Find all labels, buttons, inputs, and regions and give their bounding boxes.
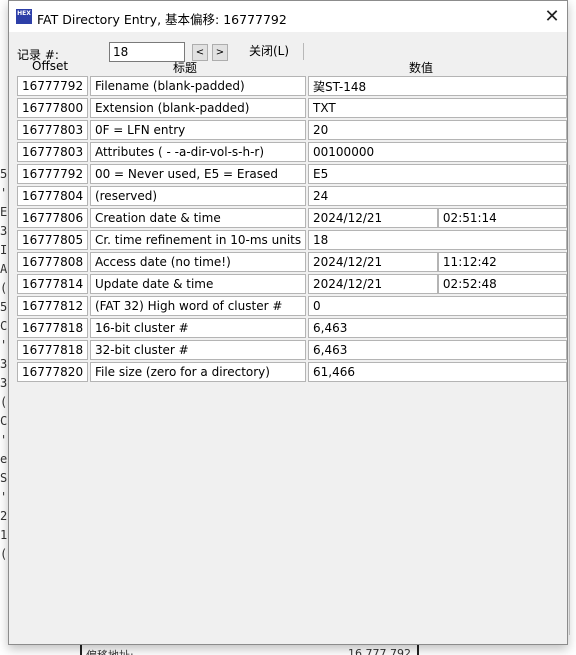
- offset-cell: 16777814: [17, 274, 89, 294]
- background-right-edge: [569, 165, 576, 635]
- label-cell: (reserved): [89, 186, 307, 206]
- offset-cell: 16777792: [17, 164, 89, 184]
- table-row: 16777800 Extension (blank-padded) TXT: [17, 98, 567, 118]
- table-row: 16777792 00 = Never used, E5 = Erased E5: [17, 164, 567, 184]
- hex-app-icon: HEX: [16, 9, 32, 24]
- background-char: (: [0, 547, 8, 561]
- value-field[interactable]: 20: [308, 120, 567, 140]
- offset-cell: 16777818: [17, 318, 89, 338]
- value-field[interactable]: 00100000: [308, 142, 567, 162]
- table-row: 16777812 (FAT 32) High word of cluster #0: [17, 296, 567, 316]
- table-row: 16777806 Creation date & time 2024/12/21 02…: [17, 208, 567, 228]
- background-char: (: [0, 281, 8, 295]
- background-char: e: [0, 452, 8, 466]
- value-field[interactable]: 18: [308, 230, 567, 250]
- table-row: 16777808 Access date (no time!) 2024/12/21…: [17, 252, 567, 272]
- background-char: (: [0, 395, 8, 409]
- background-char: I: [0, 243, 8, 257]
- offset-cell: 16777803: [17, 120, 89, 140]
- background-char: 5: [0, 300, 8, 314]
- offset-cell: 16777805: [17, 230, 89, 250]
- label-cell: Extension (blank-padded): [89, 98, 307, 118]
- label-cell: 00 = Never used, E5 = Erased: [89, 164, 307, 184]
- value-field[interactable]: 61,466: [308, 362, 567, 382]
- date-value-field[interactable]: 2024/12/21: [308, 208, 438, 228]
- background-char: 'I: [0, 433, 8, 447]
- background-offset-label: 偏移地址:: [86, 647, 134, 655]
- value-column-header: 数值: [409, 61, 434, 75]
- label-cell: Attributes ( - -a-dir-vol-s-h-r): [89, 142, 307, 162]
- background-char: 3: [0, 224, 8, 238]
- label-cell: 16-bit cluster #: [89, 318, 307, 338]
- background-char: 5: [0, 167, 8, 181]
- offset-cell: 16777806: [17, 208, 89, 228]
- table-row: 16777818 16-bit cluster #6,463: [17, 318, 567, 338]
- offset-cell: 16777818: [17, 340, 89, 360]
- label-cell: (FAT 32) High word of cluster #: [89, 296, 307, 316]
- offset-cell: 16777800: [17, 98, 89, 118]
- close-window-button[interactable]: ✕: [537, 1, 567, 32]
- background-char: A: [0, 262, 8, 276]
- value-field[interactable]: 6,463: [308, 340, 567, 360]
- table-row: 16777803 0F = LFN entry 20: [17, 120, 567, 140]
- background-char: E: [0, 205, 8, 219]
- label-cell: Update date & time: [89, 274, 307, 294]
- background-char: ': [0, 490, 8, 504]
- table-row: 16777820 File size (zero for a directory)…: [17, 362, 567, 382]
- offset-cell: 16777820: [17, 362, 89, 382]
- title-bar[interactable]: HEX FAT Directory Entry, 基本偏移: 16777792 …: [9, 1, 567, 32]
- background-status-bar: 偏移地址: 16,777,792: [0, 645, 576, 655]
- value-field[interactable]: E5: [308, 164, 567, 184]
- title-column-header: 标题: [173, 61, 198, 75]
- background-offset-value: 16,777,792: [348, 647, 411, 655]
- offset-cell: 16777808: [17, 252, 89, 272]
- background-char: C: [0, 414, 8, 428]
- label-cell: Creation date & time: [89, 208, 307, 228]
- background-char: 2: [0, 509, 8, 523]
- value-field[interactable]: 0: [308, 296, 567, 316]
- table-row: 16777803 Attributes ( - -a-dir-vol-s-h-r)…: [17, 142, 567, 162]
- table-row: 16777805 Cr. time refinement in 10-ms uni…: [17, 230, 567, 250]
- value-field[interactable]: 巭ST-148: [308, 76, 567, 96]
- label-cell: 0F = LFN entry: [89, 120, 307, 140]
- table-row: 16777814 Update date & time 2024/12/21 02:5…: [17, 274, 567, 294]
- background-char: C: [0, 319, 8, 333]
- label-cell: 32-bit cluster #: [89, 340, 307, 360]
- directory-entry-table: 16777792 Filename (blank-padded) 巭ST-148 16…: [17, 76, 567, 382]
- date-value-field[interactable]: 2024/12/21: [308, 252, 438, 272]
- value-field[interactable]: TXT: [308, 98, 567, 118]
- offset-cell: 16777803: [17, 142, 89, 162]
- offset-cell: 16777792: [17, 76, 89, 96]
- label-cell: File size (zero for a directory): [89, 362, 307, 382]
- label-cell: Cr. time refinement in 10-ms units: [89, 230, 307, 250]
- table-row: 16777818 32-bit cluster #6,463: [17, 340, 567, 360]
- date-value-field[interactable]: 2024/12/21: [308, 274, 438, 294]
- table-row: 16777792 Filename (blank-padded) 巭ST-148: [17, 76, 567, 96]
- background-char: S: [0, 471, 8, 485]
- time-value-field[interactable]: 02:51:14: [437, 208, 567, 228]
- next-record-button[interactable]: >: [212, 44, 228, 61]
- label-cell: Filename (blank-padded): [89, 76, 307, 96]
- background-char: ': [0, 338, 8, 352]
- background-char: 3: [0, 376, 8, 390]
- offset-cell: 16777812: [17, 296, 89, 316]
- value-field[interactable]: 6,463: [308, 318, 567, 338]
- close-icon: ✕: [544, 6, 560, 27]
- table-row: 16777804 (reserved) 24: [17, 186, 567, 206]
- close-button[interactable]: 关闭(L): [235, 43, 304, 60]
- background-char: 1: [0, 528, 8, 542]
- fat-directory-entry-dialog: HEX FAT Directory Entry, 基本偏移: 16777792 …: [8, 0, 568, 645]
- value-field[interactable]: 24: [308, 186, 567, 206]
- offset-cell: 16777804: [17, 186, 89, 206]
- time-value-field[interactable]: 02:52:48: [437, 274, 567, 294]
- background-char: 3: [0, 357, 8, 371]
- offset-column-header: Offset: [32, 59, 69, 73]
- window-title: FAT Directory Entry, 基本偏移: 16777792: [37, 12, 287, 27]
- background-hex-column: 5 'S E 3 IA (5 C ' 3 3 ( C 'I eS ' 2 1 (: [0, 165, 8, 635]
- label-cell: Access date (no time!): [89, 252, 307, 272]
- background-char: 'S: [0, 186, 8, 200]
- time-value-field[interactable]: 11:12:42: [437, 252, 567, 272]
